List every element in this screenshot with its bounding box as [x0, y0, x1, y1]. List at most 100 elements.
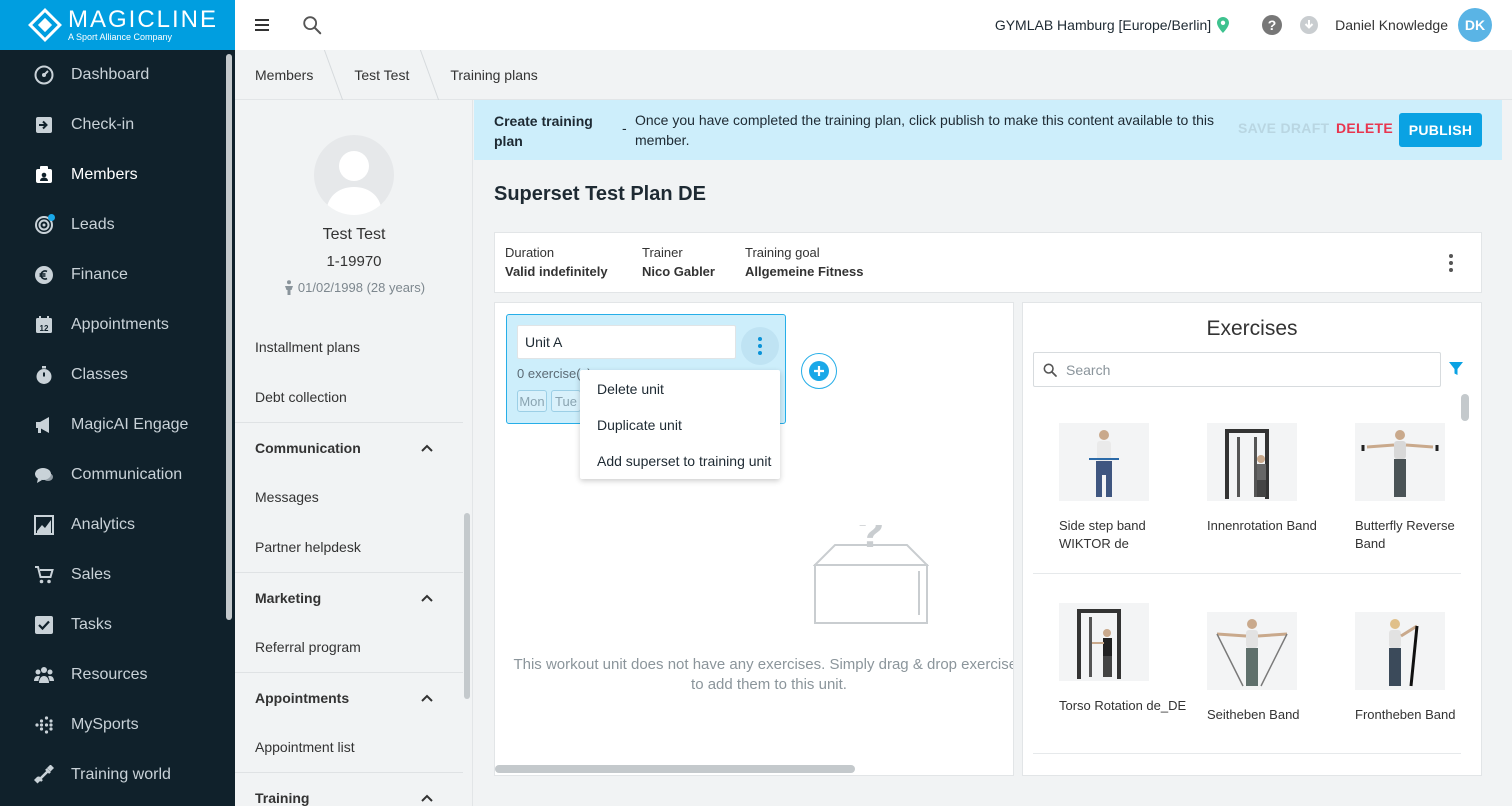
- breadcrumb-training-plans[interactable]: Training plans: [430, 50, 557, 100]
- menu-add-superset[interactable]: Add superset to training unit: [580, 443, 780, 479]
- exercise-item[interactable]: Innenrotation Band: [1207, 423, 1339, 535]
- breadcrumb-members[interactable]: Members: [235, 50, 333, 100]
- chevron-up-icon: [421, 794, 433, 802]
- save-draft-button[interactable]: SAVE DRAFT: [1238, 120, 1329, 136]
- nav-item-analytics[interactable]: Analytics: [0, 500, 235, 550]
- search-icon: [1043, 363, 1057, 377]
- nav-item-label: MySports: [71, 716, 139, 733]
- exercise-search-input[interactable]: [1066, 361, 1426, 378]
- menu-duplicate-unit[interactable]: Duplicate unit: [580, 407, 780, 443]
- hamburger-menu-icon[interactable]: [255, 15, 275, 35]
- publish-button[interactable]: PUBLISH: [1399, 113, 1482, 147]
- nav-item-finance[interactable]: Finance: [0, 250, 235, 300]
- member-name: Test Test: [322, 226, 386, 243]
- member-menu-messages[interactable]: Messages: [235, 472, 463, 522]
- member-section-appointments[interactable]: Appointments: [235, 672, 463, 722]
- units-panel: Unit A 0 exercise(s) Mon Tue ? This work…: [494, 302, 1014, 776]
- nav-scrollbar[interactable]: [226, 54, 232, 620]
- gender-icon: [284, 280, 293, 295]
- cart-icon: [33, 564, 55, 586]
- people-icon: [33, 664, 55, 686]
- member-panel-scrollbar[interactable]: [464, 513, 470, 699]
- member-menu-referral-program[interactable]: Referral program: [235, 622, 463, 672]
- exercise-name: Seitheben Band: [1207, 707, 1300, 722]
- unit-more-options-icon[interactable]: [741, 327, 779, 365]
- nav-item-dashboard[interactable]: Dashboard: [0, 50, 235, 100]
- user-name[interactable]: Daniel Knowledge: [1335, 17, 1448, 33]
- nav-item-communication[interactable]: Communication: [0, 450, 235, 500]
- member-menu-partner-helpdesk[interactable]: Partner helpdesk: [235, 522, 463, 572]
- nav-item-training-world[interactable]: Training world: [0, 750, 235, 800]
- nav-item-sales[interactable]: Sales: [0, 550, 235, 600]
- exercise-item[interactable]: Seitheben Band: [1207, 612, 1339, 724]
- nav-item-label: Dashboard: [71, 66, 150, 83]
- nav-item-check-in[interactable]: Check-in: [0, 100, 235, 150]
- member-section-communication[interactable]: Communication: [235, 422, 463, 472]
- nav-item-label: Tasks: [71, 616, 112, 633]
- nav-item-resources[interactable]: Resources: [0, 650, 235, 700]
- banner-title: Create training plan: [494, 113, 593, 149]
- euro-icon: [33, 264, 55, 286]
- member-menu-debt-collection[interactable]: Debt collection: [235, 372, 463, 422]
- exercises-scrollbar[interactable]: [1461, 394, 1469, 421]
- svg-text:?: ?: [1268, 17, 1277, 33]
- person-placeholder-icon: [326, 151, 382, 215]
- breadcrumb-member[interactable]: Test Test: [334, 50, 429, 100]
- checkbox-icon: [33, 614, 55, 636]
- search-icon[interactable]: [301, 14, 323, 36]
- main-navigation: MAGICLINE A Sport Alliance Company Dashb…: [0, 0, 235, 806]
- filter-icon[interactable]: [1449, 362, 1463, 376]
- chart-icon: [33, 514, 55, 536]
- member-section-marketing[interactable]: Marketing: [235, 572, 463, 622]
- members-icon: [33, 164, 55, 186]
- logo[interactable]: MAGICLINE A Sport Alliance Company: [0, 0, 235, 50]
- notification-dot: [48, 214, 55, 221]
- nav-item-members[interactable]: Members: [0, 150, 235, 200]
- unit-options-menu: Delete unit Duplicate unit Add superset …: [580, 370, 780, 479]
- chevron-up-icon: [421, 594, 433, 602]
- meta-training-goal: Training goal Allgemeine Fitness: [745, 245, 864, 279]
- member-menu-installment-plans[interactable]: Installment plans: [235, 322, 463, 372]
- nav-item-mysports[interactable]: MySports: [0, 700, 235, 750]
- nav-item-label: Appointments: [71, 316, 169, 333]
- unit-name-input[interactable]: Unit A: [517, 325, 736, 359]
- nav-item-label: Training world: [71, 766, 171, 783]
- member-menu-appointment-list[interactable]: Appointment list: [235, 722, 463, 772]
- banner-message: Once you have completed the training pla…: [635, 112, 1214, 148]
- nav-item-label: Sales: [71, 566, 112, 583]
- meta-trainer: Trainer Nico Gabler: [642, 245, 715, 279]
- member-section-training[interactable]: Training: [235, 772, 463, 806]
- exercise-name: Side step band WIKTOR de: [1059, 518, 1146, 551]
- exercise-item[interactable]: Side step band WIKTOR de: [1059, 423, 1191, 553]
- exercise-thumbnail: [1355, 612, 1445, 690]
- nav-item-leads[interactable]: Leads: [0, 200, 235, 250]
- exercise-item[interactable]: Frontheben Band: [1355, 612, 1481, 724]
- chevron-up-icon: [421, 444, 433, 452]
- help-icon[interactable]: ?: [1261, 14, 1283, 36]
- brand-name: MAGICLINE: [68, 5, 219, 33]
- exercise-search[interactable]: [1033, 352, 1441, 387]
- nav-item-label: Leads: [71, 216, 115, 233]
- delete-button[interactable]: DELETE: [1336, 120, 1393, 136]
- download-icon[interactable]: [1299, 15, 1319, 35]
- nav-item-magicai-engage[interactable]: MagicAI Engage: [0, 400, 235, 450]
- day-chip-tue[interactable]: Tue: [551, 390, 581, 412]
- add-unit-button[interactable]: [801, 353, 837, 389]
- exercise-item[interactable]: Torso Rotation de_DE: [1059, 603, 1191, 715]
- units-horizontal-scrollbar[interactable]: [495, 765, 855, 773]
- nav-item-label: Resources: [71, 666, 148, 683]
- user-avatar[interactable]: DK: [1458, 8, 1492, 42]
- nav-item-label: Analytics: [71, 516, 136, 533]
- day-chip-mon[interactable]: Mon: [517, 390, 547, 412]
- exercises-title: Exercises: [1206, 317, 1298, 340]
- nav-item-label: Communication: [71, 466, 183, 483]
- plan-more-options-icon[interactable]: [1449, 254, 1453, 275]
- studio-selector[interactable]: GYMLAB Hamburg [Europe/Berlin]: [995, 17, 1211, 33]
- exercise-item[interactable]: Butterfly Reverse Band: [1355, 423, 1481, 553]
- draft-banner: Create training plan - Once you have com…: [474, 100, 1502, 160]
- menu-delete-unit[interactable]: Delete unit: [580, 371, 780, 407]
- nav-item-classes[interactable]: Classes: [0, 350, 235, 400]
- nav-item-tasks[interactable]: Tasks: [0, 600, 235, 650]
- nav-item-appointments[interactable]: 12 Appointments: [0, 300, 235, 350]
- leads-icon: [33, 214, 55, 236]
